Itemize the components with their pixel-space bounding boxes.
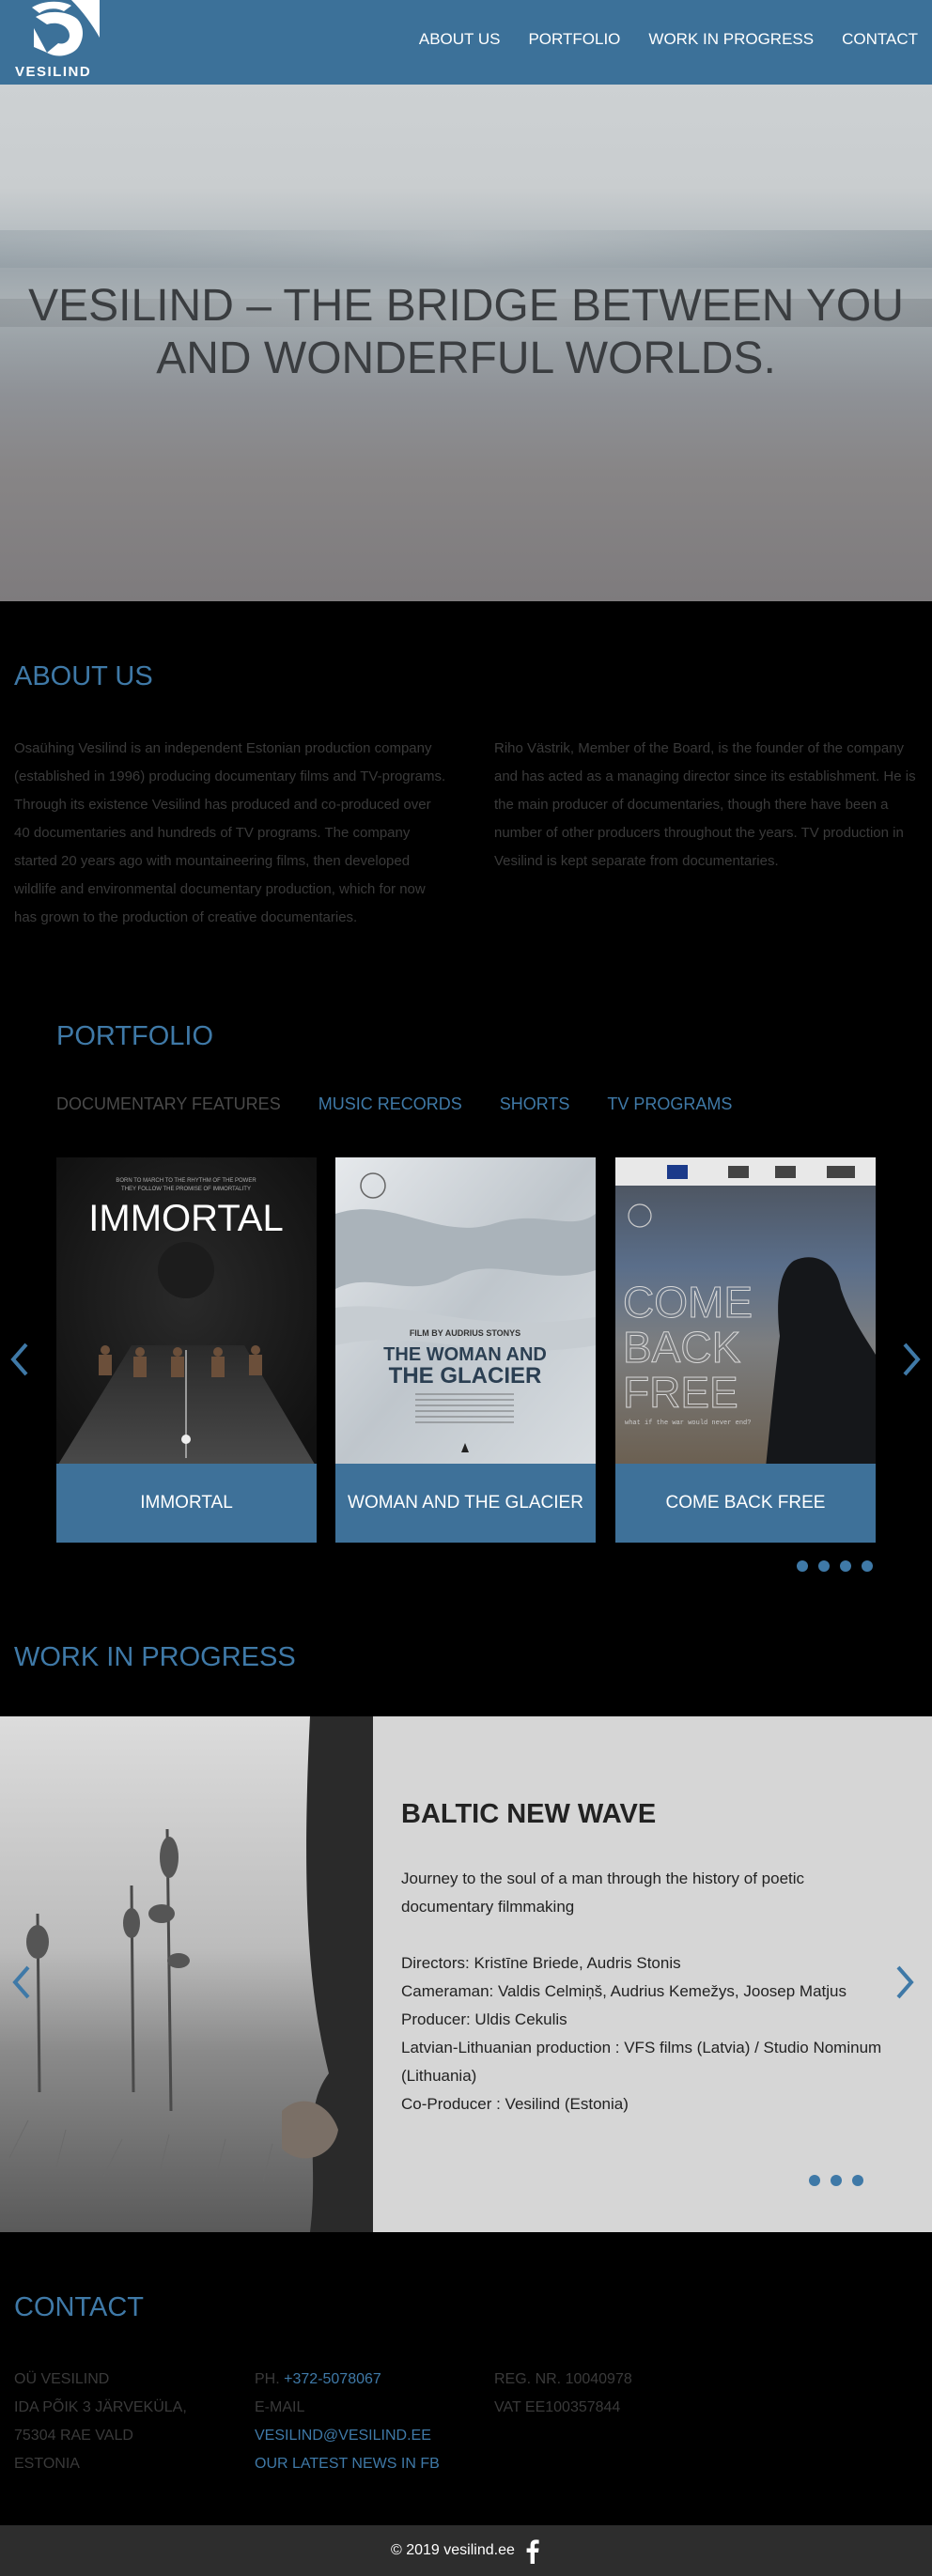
poster-title-2: THE GLACIER	[389, 1363, 542, 1389]
poster-woman-and-the-glacier: FILM BY AUDRIUS STONYS THE WOMAN AND THE…	[335, 1157, 596, 1467]
hero-title: VESILIND – THE BRIDGE BETWEEN YOU AND WO…	[0, 280, 932, 385]
wip-pagination	[809, 2175, 863, 2186]
portfolio-pagination	[797, 1560, 873, 1572]
vat-number: VAT EE100357844	[494, 2399, 621, 2415]
poster-title: IMMORTAL	[88, 1198, 283, 1239]
about-text-right: Riho Västrik, Member of the Board, is th…	[494, 740, 916, 869]
wip-photo	[0, 1716, 373, 2232]
chevron-left-icon[interactable]	[8, 1962, 36, 2003]
nav-portfolio[interactable]: PORTFOLIO	[528, 30, 620, 49]
reg-number: REG. NR. 10040978	[494, 2371, 632, 2387]
site-footer: © 2019 vesilind.ee	[0, 2525, 932, 2576]
poster-title-2: BACK	[623, 1323, 741, 1372]
wip-credit: Cameraman: Valdis Celmiņš, Audrius Kemež…	[401, 1982, 847, 2000]
poster-tagline-2: THEY FOLLOW THE PROMISE OF IMMORTALITY	[121, 1187, 251, 1192]
chevron-left-icon[interactable]	[6, 1339, 34, 1380]
email-label: E-MAIL	[255, 2399, 305, 2415]
tab-shorts[interactable]: SHORTS	[500, 1094, 570, 1114]
fb-news-link[interactable]: OUR LATEST NEWS IN FB	[255, 2450, 440, 2478]
address-line: IDA PÕIK 3 JÄRVEKÜLA,	[14, 2399, 187, 2415]
main-nav: ABOUT US PORTFOLIO WORK IN PROGRESS CONT…	[419, 30, 918, 49]
hero-title-line-2: AND WONDERFUL WORLDS.	[156, 334, 776, 383]
wip-title: WORK IN PROGRESS	[14, 1642, 296, 1672]
address-line: OÜ VESILIND	[14, 2371, 110, 2387]
contact-company-info: REG. NR. 10040978 VAT EE100357844	[494, 2366, 632, 2422]
poster-come-back-free: COME BACK FREE what if the war would nev…	[615, 1157, 876, 1467]
pagination-dot[interactable]	[818, 1560, 830, 1572]
hero-banner: VESILIND – THE BRIDGE BETWEEN YOU AND WO…	[0, 85, 932, 601]
portfolio-card-come-back-free[interactable]: COME BACK FREE what if the war would nev…	[615, 1157, 876, 1543]
chevron-right-icon[interactable]	[891, 1962, 919, 2003]
pagination-dot[interactable]	[852, 2175, 863, 2186]
chevron-right-icon[interactable]	[897, 1339, 925, 1380]
phone-link[interactable]: +372-5078067	[284, 2371, 381, 2387]
poster-immortal: BORN TO MARCH TO THE RHYTHM OF THE POWER…	[56, 1157, 317, 1467]
about-title: ABOUT US	[14, 661, 153, 691]
nav-about-us[interactable]: ABOUT US	[419, 30, 501, 49]
portfolio-tabs: DOCUMENTARY FEATURES MUSIC RECORDS SHORT…	[56, 1094, 732, 1114]
poster-title-1: THE WOMAN AND	[383, 1344, 547, 1365]
contact-title: CONTACT	[14, 2292, 145, 2322]
about-text-left: Osaühing Vesilind is an independent Esto…	[14, 740, 446, 925]
card-caption[interactable]: IMMORTAL	[56, 1464, 317, 1543]
poster-title-1: COME	[623, 1278, 753, 1327]
hero-title-line-1: VESILIND – THE BRIDGE BETWEEN YOU	[28, 281, 904, 331]
contact-address: OÜ VESILIND IDA PÕIK 3 JÄRVEKÜLA, 75304 …	[14, 2366, 187, 2478]
site-header: VESILIND ABOUT US PORTFOLIO WORK IN PROG…	[0, 0, 932, 85]
portfolio-title: PORTFOLIO	[56, 1021, 214, 1051]
contact-details: PH. +372-5078067 E-MAIL VESILIND@VESILIN…	[255, 2366, 440, 2478]
card-caption[interactable]: COME BACK FREE	[615, 1464, 876, 1543]
poster-credit: FILM BY AUDRIUS STONYS	[410, 1328, 520, 1338]
logo-text[interactable]: VESILIND	[15, 64, 91, 80]
poster-tagline: what if the war would never end?	[625, 1420, 751, 1427]
pagination-dot[interactable]	[840, 1560, 851, 1572]
pagination-dot[interactable]	[797, 1560, 808, 1572]
pagination-dot[interactable]	[862, 1560, 873, 1572]
wip-credit: Producer: Uldis Cekulis	[401, 2010, 567, 2028]
wip-credit: Directors: Kristīne Briede, Audris Stoni…	[401, 1954, 681, 1972]
facebook-icon[interactable]	[526, 2539, 539, 2564]
email-link[interactable]: VESILIND@VESILIND.EE	[255, 2422, 440, 2450]
tab-music-records[interactable]: MUSIC RECORDS	[318, 1094, 462, 1114]
poster-tagline-1: BORN TO MARCH TO THE RHYTHM OF THE POWER	[116, 1178, 256, 1184]
card-caption[interactable]: WOMAN AND THE GLACIER	[335, 1464, 596, 1543]
pagination-dot[interactable]	[809, 2175, 820, 2186]
wip-project-title: BALTIC NEW WAVE	[401, 1799, 657, 1829]
poster-title-3: FREE	[623, 1368, 738, 1417]
phone-label: PH.	[255, 2371, 280, 2387]
portfolio-card-immortal[interactable]: BORN TO MARCH TO THE RHYTHM OF THE POWER…	[56, 1157, 317, 1543]
tab-documentary-features[interactable]: DOCUMENTARY FEATURES	[56, 1094, 281, 1114]
wip-credit: Latvian-Lithuanian production : VFS film…	[401, 2039, 882, 2085]
copyright: © 2019 vesilind.ee	[391, 2542, 515, 2558]
hero-band	[0, 230, 932, 268]
nav-contact[interactable]: CONTACT	[842, 30, 918, 49]
tab-tv-programs[interactable]: TV PROGRAMS	[607, 1094, 732, 1114]
nav-work-in-progress[interactable]: WORK IN PROGRESS	[648, 30, 814, 49]
wip-description: Journey to the soul of a man through the…	[401, 1870, 805, 1916]
address-line: 75304 RAE VALD	[14, 2428, 133, 2444]
portfolio-card-woman-and-the-glacier[interactable]: FILM BY AUDRIUS STONYS THE WOMAN AND THE…	[335, 1157, 596, 1543]
wip-credit: Co-Producer : Vesilind (Estonia)	[401, 2095, 629, 2113]
address-line: ESTONIA	[14, 2456, 80, 2472]
pagination-dot[interactable]	[831, 2175, 842, 2186]
wip-project-body: Journey to the soul of a man through the…	[401, 1865, 890, 2118]
